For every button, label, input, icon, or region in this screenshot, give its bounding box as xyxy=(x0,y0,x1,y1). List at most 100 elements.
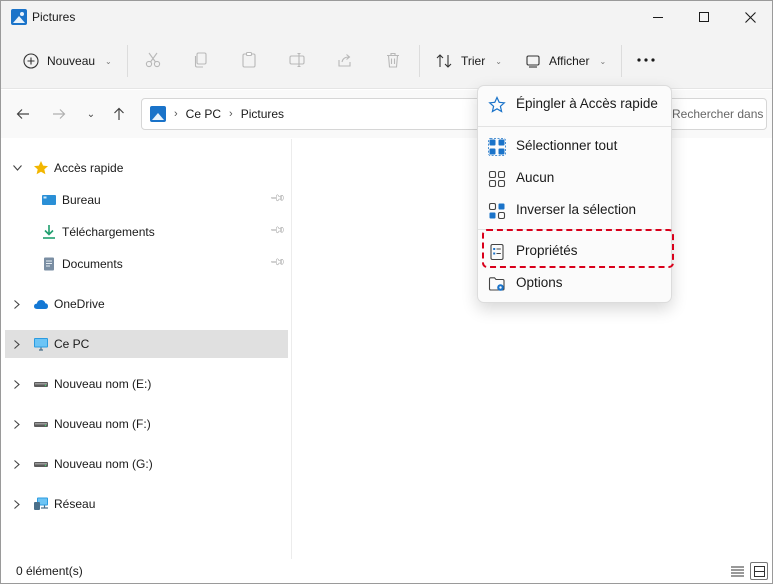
title-bar: Pictures xyxy=(1,1,772,33)
cut-button[interactable] xyxy=(142,49,164,71)
invert-selection-icon xyxy=(488,202,506,220)
rename-button[interactable] xyxy=(286,49,308,71)
navigation-pane: Accès rapide Bureau 📌︎ Téléchargements 📌… xyxy=(1,139,291,559)
menu-item-select-none[interactable]: Aucun xyxy=(478,163,671,193)
select-all-icon xyxy=(488,138,506,156)
pin-star-icon xyxy=(488,96,506,114)
maximize-button[interactable] xyxy=(681,1,727,33)
chevron-right-icon[interactable] xyxy=(11,457,23,471)
share-button[interactable] xyxy=(334,49,356,71)
chevron-down-icon: ⌄ xyxy=(495,56,502,66)
details-view-button[interactable] xyxy=(728,562,746,580)
paste-button[interactable] xyxy=(238,49,260,71)
copy-icon xyxy=(194,52,207,68)
folder-options-icon xyxy=(488,275,506,293)
ellipsis-icon xyxy=(637,58,655,62)
sidebar-item-ce-pc[interactable]: Ce PC xyxy=(5,330,288,358)
more-options-button[interactable] xyxy=(635,49,657,71)
documents-icon xyxy=(44,257,54,271)
up-button[interactable] xyxy=(109,104,129,124)
sidebar-item-label: Bureau xyxy=(62,193,101,207)
search-placeholder: Rechercher dans : Pictures xyxy=(672,107,766,121)
divider xyxy=(419,45,420,77)
share-icon xyxy=(338,54,351,67)
delete-button[interactable] xyxy=(382,49,404,71)
tiles-view-icon xyxy=(753,565,765,577)
arrow-up-icon xyxy=(114,107,124,120)
forward-button[interactable] xyxy=(49,104,69,124)
drive-icon xyxy=(34,422,48,427)
chevron-right-icon[interactable] xyxy=(11,337,23,351)
menu-item-properties[interactable]: Propriétés xyxy=(478,236,671,266)
sort-label: Trier xyxy=(461,54,486,68)
menu-item-options[interactable]: Options xyxy=(478,268,671,298)
sidebar-item-label: Nouveau nom (E:) xyxy=(54,377,152,391)
back-button[interactable] xyxy=(13,104,33,124)
chevron-down-icon: ⌄ xyxy=(86,108,96,120)
sidebar-item-quick-access[interactable]: Accès rapide xyxy=(5,154,288,182)
menu-item-invert-selection[interactable]: Inverser la sélection xyxy=(478,195,671,225)
sidebar-item-label: Téléchargements xyxy=(62,225,155,239)
sidebar-item-telechargements[interactable]: Téléchargements 📌︎ xyxy=(5,218,288,246)
close-icon xyxy=(744,11,756,23)
window-title: Pictures xyxy=(32,10,76,24)
sidebar-item-drive-e[interactable]: Nouveau nom (E:) xyxy=(5,370,288,398)
menu-item-label: Aucun xyxy=(516,170,555,185)
divider xyxy=(621,45,622,77)
sidebar-item-label: Nouveau nom (F:) xyxy=(54,417,151,431)
menu-item-select-all[interactable]: Sélectionner tout xyxy=(478,131,671,161)
pin-icon[interactable]: 📌︎ xyxy=(269,254,286,271)
select-none-icon xyxy=(488,170,506,188)
pin-icon[interactable]: 📌︎ xyxy=(269,222,286,239)
arrow-right-icon xyxy=(53,109,66,119)
chevron-right-icon[interactable] xyxy=(11,497,23,511)
search-input[interactable]: Rechercher dans : Pictures xyxy=(661,98,767,130)
recent-locations-button[interactable]: ⌄ xyxy=(81,104,101,124)
sidebar-item-bureau[interactable]: Bureau 📌︎ xyxy=(5,186,288,214)
address-bar[interactable]: › Ce PC › Pictures xyxy=(141,98,501,130)
pictures-icon xyxy=(11,9,27,25)
breadcrumb-pictures[interactable]: Pictures xyxy=(241,107,284,121)
menu-item-label: Inverser la sélection xyxy=(516,202,637,217)
sidebar-item-label: OneDrive xyxy=(54,297,105,311)
chevron-right-icon[interactable] xyxy=(11,297,23,311)
sidebar-item-label: Réseau xyxy=(54,497,96,511)
close-button[interactable] xyxy=(727,1,773,33)
view-icon xyxy=(526,55,540,68)
menu-item-pin-quick-access[interactable]: Épingler à Accès rapide xyxy=(478,89,671,119)
sidebar-item-label: Accès rapide xyxy=(54,161,124,175)
breadcrumb-ce-pc[interactable]: Ce PC xyxy=(186,107,221,121)
pictures-icon xyxy=(150,106,166,122)
more-options-menu: Épingler à Accès rapide Sélectionner tou… xyxy=(477,85,672,303)
cloud-icon xyxy=(34,300,48,309)
drive-icon xyxy=(34,382,48,387)
view-button[interactable]: Afficher ⌄ xyxy=(525,47,606,75)
menu-divider xyxy=(478,126,671,127)
menu-item-label: Options xyxy=(516,275,563,290)
chevron-down-icon[interactable] xyxy=(11,161,23,175)
breadcrumb-separator: › xyxy=(174,108,178,120)
chevron-right-icon[interactable] xyxy=(11,417,23,431)
chevron-down-icon: ⌄ xyxy=(105,56,112,66)
scissors-icon xyxy=(145,52,161,68)
sidebar-item-drive-g[interactable]: Nouveau nom (G:) xyxy=(5,450,288,478)
minimize-button[interactable] xyxy=(635,1,681,33)
tiles-view-button[interactable] xyxy=(750,562,768,580)
desktop-icon xyxy=(42,195,56,205)
sidebar-item-drive-f[interactable]: Nouveau nom (F:) xyxy=(5,410,288,438)
pin-icon[interactable]: 📌︎ xyxy=(269,190,286,207)
arrow-left-icon xyxy=(16,109,29,119)
monitor-icon xyxy=(34,338,48,351)
copy-button[interactable] xyxy=(190,49,212,71)
menu-item-label: Propriétés xyxy=(516,243,578,258)
sidebar-item-reseau[interactable]: Réseau xyxy=(5,490,288,518)
sidebar-item-documents[interactable]: Documents 📌︎ xyxy=(5,250,288,278)
sort-icon xyxy=(436,54,452,68)
sort-button[interactable]: Trier ⌄ xyxy=(435,47,502,75)
chevron-right-icon[interactable] xyxy=(11,377,23,391)
menu-item-label: Sélectionner tout xyxy=(516,138,618,153)
chevron-down-icon: ⌄ xyxy=(599,56,607,66)
new-button[interactable]: Nouveau ⌄ xyxy=(23,47,112,75)
sidebar-item-onedrive[interactable]: OneDrive xyxy=(5,290,288,318)
minimize-icon xyxy=(653,16,663,18)
